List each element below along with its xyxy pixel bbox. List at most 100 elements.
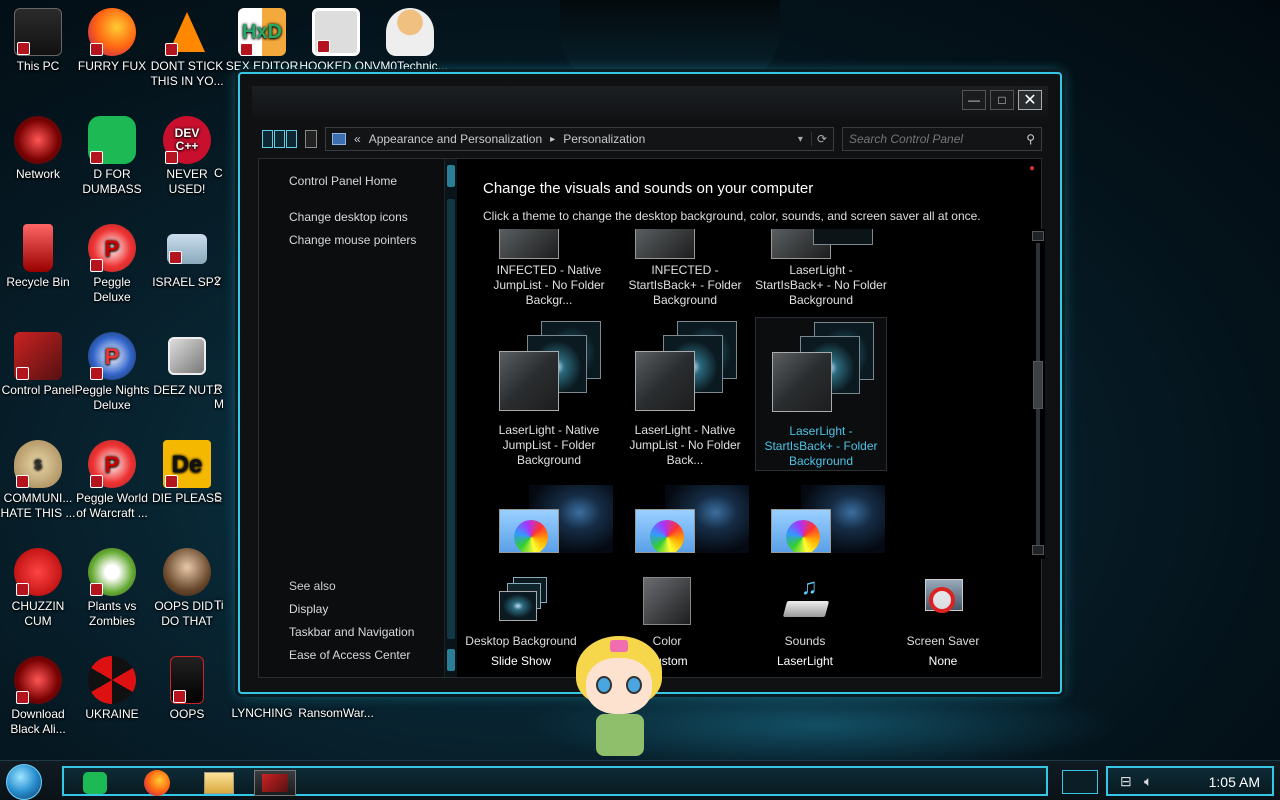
- desktop-icon-vm0technic[interactable]: VM0Technic...: [372, 8, 448, 74]
- setting-value: LaserLight: [776, 654, 834, 668]
- theme-thumbnail: [499, 229, 559, 259]
- taskbar-firefox[interactable]: [136, 770, 178, 796]
- see-also-heading: See also: [289, 579, 336, 593]
- desktop-icon-never-used[interactable]: DEV C++ NEVER USED!: [149, 116, 225, 197]
- view-pane-icon: [274, 130, 285, 148]
- desktop-icon-control-panel[interactable]: Control Panel: [0, 332, 76, 398]
- desktop-icon-furry-fux[interactable]: FURRY FUX: [74, 8, 150, 74]
- minimize-button[interactable]: —: [962, 90, 986, 110]
- desktop-icon-ukraine[interactable]: UKRAINE: [74, 656, 150, 722]
- desktop-icon-chuzzin[interactable]: CHUZZIN CUM: [0, 548, 76, 629]
- theme-list-scrollbar[interactable]: [1031, 229, 1045, 559]
- theme-item[interactable]: [619, 485, 751, 559]
- screen-saver-setting[interactable]: Screen Saver None: [879, 577, 1007, 671]
- theme-item[interactable]: INFECTED - Native JumpList - No Folder B…: [483, 229, 615, 315]
- desktop-icon-peggle-deluxe[interactable]: P Peggle Deluxe: [74, 224, 150, 305]
- maximize-button[interactable]: □: [990, 90, 1014, 110]
- scroll-down-arrow-icon[interactable]: [1032, 545, 1044, 555]
- desktop-icon-download-black[interactable]: Download Black Ali...: [0, 656, 76, 737]
- clock[interactable]: 1:05 AM: [1209, 774, 1260, 790]
- desktop-icon-pvz[interactable]: Plants vs Zombies: [74, 548, 150, 629]
- network-icon: [14, 116, 62, 164]
- cartoon-character-gadget[interactable]: [572, 636, 666, 760]
- chevron-down-icon[interactable]: ▾: [798, 134, 803, 145]
- close-button[interactable]: ✕: [1018, 90, 1042, 110]
- theme-item[interactable]: [483, 485, 615, 559]
- desktop-icon-dont-stick[interactable]: DONT STICK THIS IN YO...: [149, 8, 225, 89]
- help-icon[interactable]: ●: [1029, 163, 1035, 174]
- link-ease-of-access[interactable]: Ease of Access Center: [289, 648, 410, 662]
- radiation-icon: [88, 656, 136, 704]
- address-overflow[interactable]: «: [354, 132, 361, 146]
- link-change-desktop-icons[interactable]: Change desktop icons: [289, 210, 408, 224]
- theme-item[interactable]: INFECTED - StartIsBack+ - Folder Backgro…: [619, 229, 751, 315]
- link-display[interactable]: Display: [289, 602, 328, 616]
- taskbar-control-panel[interactable]: [254, 770, 296, 796]
- stacked-windows-icon: [168, 337, 206, 375]
- desktop-icon-communi[interactable]: $ COMMUNI... HATE THIS ...: [0, 440, 76, 521]
- refresh-icon[interactable]: ⟳: [810, 132, 827, 146]
- desktop-icon-ransomwar[interactable]: RansomWar...: [298, 706, 374, 721]
- address-bar[interactable]: « Appearance and Personalization ▸ Perso…: [325, 127, 834, 151]
- chuzzle-icon: [14, 548, 62, 596]
- desktop-icon-peggle-nights[interactable]: P Peggle Nights Deluxe: [74, 332, 150, 413]
- task-pane: Control Panel Home Change desktop icons …: [259, 159, 445, 677]
- setting-label: Screen Saver: [906, 634, 980, 648]
- taskbar-spotify[interactable]: [74, 770, 116, 796]
- desktop-icon-this-pc[interactable]: This PC: [0, 8, 76, 74]
- start-button[interactable]: [6, 764, 42, 800]
- desktop-background-setting[interactable]: Desktop Background Slide Show: [457, 577, 585, 671]
- layout-icon[interactable]: [305, 130, 317, 148]
- desktop-icon-peggle-wow[interactable]: P Peggle World of Warcraft ...: [74, 440, 150, 521]
- download-icon: [14, 656, 62, 704]
- theme-item[interactable]: LaserLight - Native JumpList - No Folder…: [619, 317, 751, 471]
- show-hidden-icons[interactable]: [1062, 770, 1098, 794]
- link-taskbar-navigation[interactable]: Taskbar and Navigation: [289, 625, 414, 639]
- spotify-icon: [88, 116, 136, 164]
- system-tray: ⊟ 🔈︎ 1:05 AM: [1106, 766, 1274, 796]
- search-box[interactable]: ⚲: [842, 127, 1042, 151]
- desktop-icon-network[interactable]: Network: [0, 116, 76, 182]
- breadcrumb-separator-icon[interactable]: ▸: [550, 134, 555, 145]
- task-pane-scrollbar[interactable]: [445, 159, 457, 677]
- taskbar-file-explorer[interactable]: [198, 770, 240, 796]
- desktop-icon-sex-editor[interactable]: HxD SEX EDITOR: [224, 8, 300, 74]
- setting-label: Sounds: [784, 634, 826, 648]
- theme-thumbnail: [635, 229, 695, 259]
- breadcrumb-personalization[interactable]: Personalization: [563, 132, 645, 146]
- file-explorer-icon: [204, 772, 234, 794]
- breadcrumb-appearance[interactable]: Appearance and Personalization: [369, 132, 542, 146]
- title-bar[interactable]: [252, 86, 1048, 118]
- theme-item-selected[interactable]: LaserLight - StartIsBack+ - Folder Backg…: [755, 317, 887, 471]
- partial-label: M: [214, 397, 224, 411]
- view-pane-icon: [262, 130, 273, 148]
- setting-value: Slide Show: [490, 654, 552, 668]
- link-change-mouse-pointers[interactable]: Change mouse pointers: [289, 233, 416, 247]
- desktop-icon-lynching[interactable]: LYNCHING: [224, 706, 300, 721]
- vlc-cone-icon: [163, 8, 211, 56]
- color-palette-icon: [499, 509, 559, 553]
- desktop-icon-recycle-bin[interactable]: Recycle Bin: [0, 224, 76, 290]
- scroll-thumb[interactable]: [1033, 361, 1043, 409]
- doctor-icon: [386, 8, 434, 56]
- volume-icon[interactable]: 🔈︎: [1144, 773, 1152, 790]
- sounds-setting[interactable]: ♫ Sounds LaserLight: [741, 576, 869, 671]
- theme-thumbnail: [756, 318, 886, 424]
- desktop-icon-oops[interactable]: OOPS: [149, 656, 225, 722]
- network-tray-icon[interactable]: ⊟: [1120, 773, 1132, 790]
- firefox-icon: [144, 770, 170, 796]
- desktop-icon-d-for[interactable]: D FOR DUMBASS: [74, 116, 150, 197]
- theme-item[interactable]: [755, 485, 887, 559]
- search-icon[interactable]: ⚲: [1026, 132, 1035, 146]
- view-toggle[interactable]: [262, 130, 297, 148]
- money-bag-icon: $: [14, 440, 62, 488]
- link-control-panel-home[interactable]: Control Panel Home: [289, 174, 397, 188]
- theme-thumbnail: [483, 317, 615, 423]
- search-input[interactable]: [849, 132, 1019, 146]
- desktop-icon-oops-did[interactable]: OOPS DID I DO THAT: [149, 548, 225, 629]
- skull-icon: [170, 656, 204, 704]
- theme-item[interactable]: LaserLight - Native JumpList - Folder Ba…: [483, 317, 615, 471]
- theme-item[interactable]: LaserLight - StartIsBack+ - No Folder Ba…: [755, 229, 887, 315]
- desktop-icon-hooked-on[interactable]: HOOKED ON: [298, 8, 374, 74]
- scroll-up-arrow-icon[interactable]: [1032, 231, 1044, 241]
